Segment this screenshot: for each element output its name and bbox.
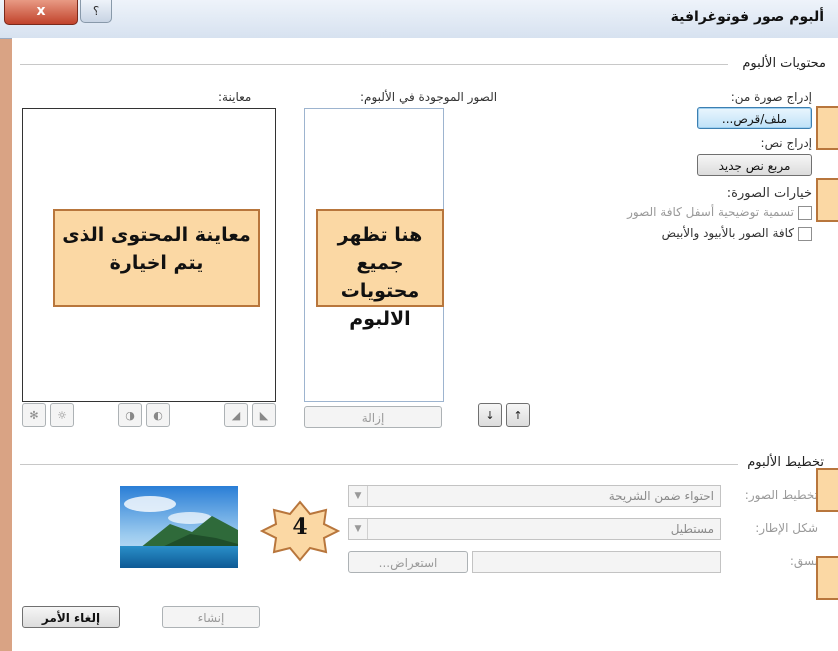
theme-label: نسق:: [789, 554, 818, 568]
theme-input[interactable]: [472, 551, 721, 573]
album-contents-callout: هنا تظهر جميع محتويات الالبوم: [316, 209, 444, 330]
brightness-down-icon[interactable]: ✻: [22, 403, 46, 427]
chevron-down-icon: ▼: [349, 486, 368, 506]
chevron-down-icon: ▼: [349, 519, 368, 539]
file-disk-button[interactable]: ملف/قرص...: [697, 107, 812, 129]
rotate-right-icon[interactable]: ◢: [224, 403, 248, 427]
move-down-button[interactable]: ↓: [478, 403, 502, 427]
layout-preview-image: [120, 486, 238, 568]
album-content-section-label: محتويات الألبوم: [742, 56, 826, 71]
preview-label: معاينة:: [218, 90, 252, 104]
number-badge-text: 4: [292, 514, 308, 540]
captions-checkbox[interactable]: [798, 206, 812, 220]
rotate-left-icon[interactable]: ◣: [252, 403, 276, 427]
black-white-option-label: كافة الصور بالأبيود والأبيض: [661, 226, 794, 240]
contrast-down-icon[interactable]: ◑: [118, 403, 142, 427]
move-up-button[interactable]: ↑: [506, 403, 530, 427]
preview-callout: معاينة المحتوى الذى يتم اخيارة: [53, 209, 260, 307]
title-bar: x ؟ ألبوم صور فوتوغرافية: [0, 0, 838, 39]
insert-picture-from-label: إدراج صورة من:: [730, 90, 812, 104]
callout-pointer-1: [816, 106, 838, 150]
black-white-checkbox[interactable]: [798, 227, 812, 241]
section-divider-layout: [20, 464, 738, 465]
new-text-box-button[interactable]: مربع نص جديد: [697, 154, 812, 176]
insert-text-label: إدراج نص:: [760, 136, 812, 150]
dialog-title: ألبوم صور فوتوغرافية: [670, 9, 824, 25]
dialog-client: محتويات الألبوم إدراج صورة من: ملف/قرص..…: [12, 38, 838, 651]
close-button[interactable]: x: [4, 0, 78, 25]
pictures-in-album-label: الصور الموجودة في الألبوم:: [360, 90, 498, 104]
frame-shape-value: مستطيل: [670, 522, 714, 536]
window-border-left: [0, 20, 12, 651]
album-layout-section-label: تخطيط الألبوم: [747, 455, 824, 470]
contrast-up-icon[interactable]: ◐: [146, 403, 170, 427]
remove-button[interactable]: إزالة: [304, 406, 442, 428]
picture-layout-value: احتواء ضمن الشريحة: [608, 489, 714, 503]
callout-pointer-4: [816, 556, 838, 600]
picture-layout-combo[interactable]: ▼ احتواء ضمن الشريحة: [348, 485, 721, 507]
captions-option-label: تسمية توضيحية أسفل كافة الصور: [627, 205, 794, 219]
help-button[interactable]: ؟: [80, 0, 112, 23]
frame-shape-combo[interactable]: ▼ مستطيل: [348, 518, 721, 540]
browse-button[interactable]: استعراض...: [348, 551, 468, 573]
picture-options-label: خيارات الصورة:: [726, 186, 812, 201]
cancel-button[interactable]: إلغاء الأمر: [22, 606, 120, 628]
picture-layout-label: تخطيط الصور:: [744, 488, 818, 502]
frame-shape-label: شكل الإطار:: [755, 521, 818, 535]
callout-pointer-3: [816, 468, 838, 512]
brightness-up-icon[interactable]: ☼: [50, 403, 74, 427]
create-button[interactable]: إنشاء: [162, 606, 260, 628]
callout-pointer-2: [816, 178, 838, 222]
section-divider-content: [20, 64, 728, 65]
